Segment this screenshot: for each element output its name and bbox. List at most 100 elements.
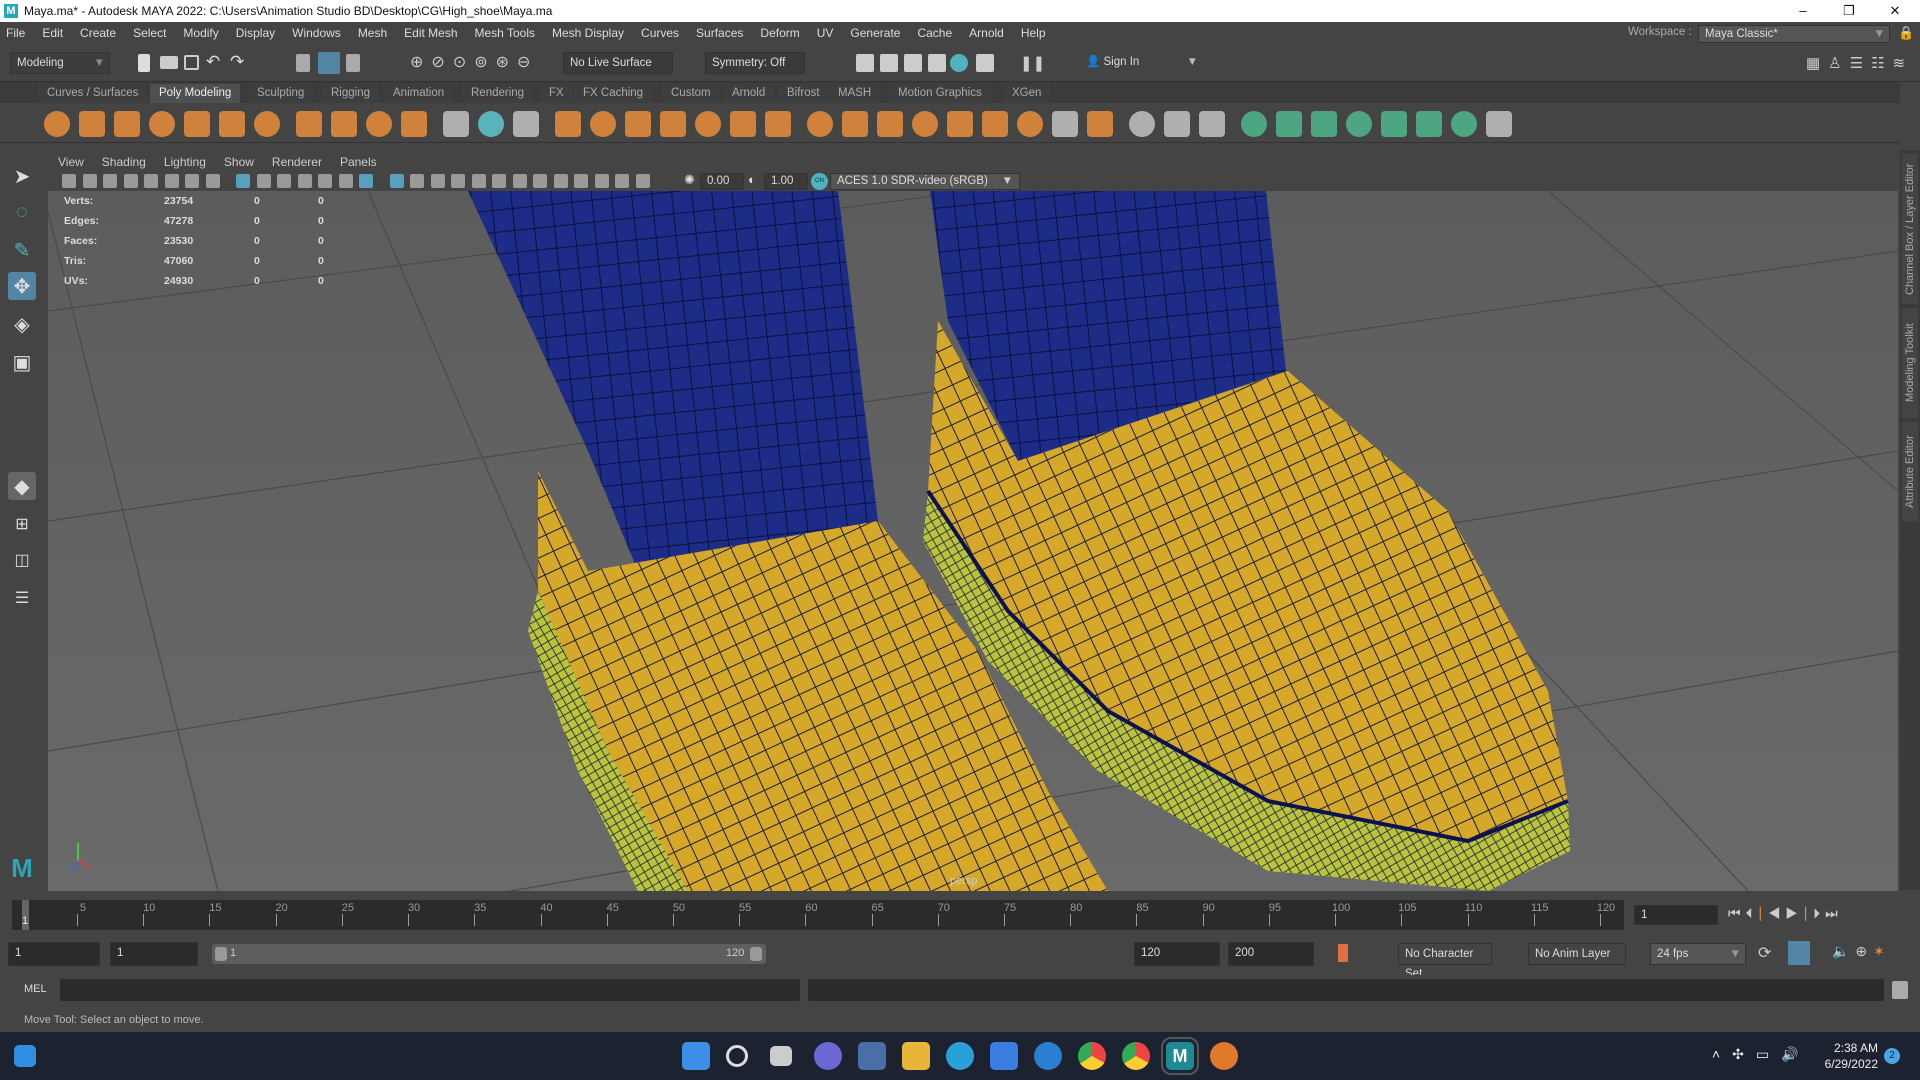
paint-select-tool-icon[interactable]: ✎ xyxy=(8,236,36,264)
menu-set-dropdown[interactable]: Modeling ▼ xyxy=(10,52,110,74)
outliner-layout-icon[interactable]: ☰ xyxy=(8,584,36,612)
minimize-button[interactable]: – xyxy=(1780,0,1826,22)
panel-menu-renderer[interactable]: Renderer xyxy=(272,155,322,169)
bool-icon[interactable] xyxy=(660,111,686,137)
start-time-field[interactable]: 1 xyxy=(8,942,100,966)
maximize-button[interactable]: ❐ xyxy=(1826,0,1872,22)
new-scene-icon[interactable] xyxy=(138,54,150,72)
task-view-icon[interactable] xyxy=(770,1046,792,1066)
knife-icon[interactable] xyxy=(1199,111,1225,137)
poly-cone-icon[interactable] xyxy=(149,111,175,137)
menu-file[interactable]: File xyxy=(6,26,25,40)
menu-surfaces[interactable]: Surfaces xyxy=(696,26,743,40)
panel-toolbar-icon[interactable] xyxy=(236,174,250,188)
play-forwards-icon[interactable]: ▶ xyxy=(1785,905,1803,921)
chrome-profile-icon[interactable] xyxy=(1122,1042,1150,1070)
panel-toolbar-icon[interactable] xyxy=(594,174,609,188)
step-forward-key-icon[interactable]: ⎮ xyxy=(1803,905,1813,921)
maya-taskbar-icon[interactable]: M xyxy=(1161,1037,1199,1075)
menu-curves[interactable]: Curves xyxy=(641,26,679,40)
sound-settings-icons[interactable]: 🔈⊕✶ xyxy=(1832,943,1891,960)
select-tool-icon[interactable]: ➤ xyxy=(8,162,36,190)
menu-display[interactable]: Display xyxy=(236,26,275,40)
undo-icon[interactable]: ↶ xyxy=(206,52,220,72)
menu-uv[interactable]: UV xyxy=(817,26,834,40)
menu-deform[interactable]: Deform xyxy=(760,26,799,40)
mel-command-input[interactable] xyxy=(60,979,800,1001)
range-slider[interactable]: 1 120 xyxy=(212,944,766,964)
lock-icon[interactable]: 🔒 xyxy=(1898,25,1914,41)
start-icon[interactable] xyxy=(682,1042,710,1070)
panel-toolbar-icon[interactable] xyxy=(185,174,199,188)
tab-attribute-editor[interactable]: Attribute Editor xyxy=(1902,422,1918,522)
panel-menu-lighting[interactable]: Lighting xyxy=(164,155,206,169)
shelf-tab-poly-modeling[interactable]: Poly Modeling xyxy=(150,84,241,103)
shelf-tab-fx[interactable]: FX xyxy=(540,84,573,103)
panel-toolbar-icon[interactable] xyxy=(256,174,271,188)
panel-toolbar-icon[interactable] xyxy=(82,174,97,188)
menu-edit[interactable]: Edit xyxy=(42,26,63,40)
collapse-icon[interactable] xyxy=(1017,111,1043,137)
live-surface-field[interactable]: No Live Surface xyxy=(563,52,673,74)
panel-toolbar-icon[interactable] xyxy=(574,174,588,188)
script-editor-icon[interactable] xyxy=(1892,981,1908,999)
hypershade-icon[interactable] xyxy=(950,54,968,72)
move-tool-icon[interactable]: ✥ xyxy=(8,272,36,300)
file-explorer-icon[interactable] xyxy=(902,1042,930,1070)
shelf-tab-rigging[interactable]: Rigging xyxy=(322,84,379,103)
system-tray-icons[interactable]: ˄✣▭🔊 xyxy=(1712,1046,1811,1063)
anim-start-field[interactable]: 1 xyxy=(110,942,198,966)
panel-toolbar-icon[interactable] xyxy=(615,174,629,188)
range-start-handle[interactable] xyxy=(215,947,227,961)
menu-arnold[interactable]: Arnold xyxy=(969,26,1004,40)
append-icon[interactable] xyxy=(765,111,791,137)
rotate-tool-icon[interactable]: ◈ xyxy=(8,310,36,338)
render-view-icon[interactable] xyxy=(856,54,874,72)
tab-modeling-toolkit[interactable]: Modeling Toolkit xyxy=(1902,308,1918,418)
panel-toolbar-icon[interactable] xyxy=(430,174,445,188)
playback-controls[interactable]: ⏮⏴⎮◀▶⎮⏵⏭ xyxy=(1728,905,1843,922)
blender-icon[interactable] xyxy=(1210,1042,1238,1070)
color-management-toggle[interactable]: ON xyxy=(811,173,828,190)
widgets-icon[interactable] xyxy=(14,1045,36,1067)
crease-icon[interactable] xyxy=(1129,111,1155,137)
contour-uv-icon[interactable] xyxy=(1381,111,1407,137)
go-to-end-icon[interactable]: ⏭ xyxy=(1825,905,1843,921)
step-back-frame-icon[interactable]: ⏴ xyxy=(1746,905,1758,921)
pause-viewport-icon[interactable]: ❚❚ xyxy=(1020,54,1045,72)
menu-edit-mesh[interactable]: Edit Mesh xyxy=(404,26,457,40)
panel-toggle-icons[interactable]: ▦♙☰☷≋ xyxy=(1806,54,1913,72)
panel-toolbar-icon[interactable] xyxy=(635,174,650,188)
auto-uv-icon[interactable] xyxy=(1346,111,1372,137)
close-button[interactable]: ✕ xyxy=(1872,0,1918,22)
panel-toolbar-icon[interactable] xyxy=(471,174,486,188)
slide-edge-icon[interactable] xyxy=(1164,111,1190,137)
shelf-tab-animation[interactable]: Animation xyxy=(384,84,454,103)
anim-layer-dropdown[interactable]: No Anim Layer xyxy=(1528,943,1626,965)
character-set-dropdown[interactable]: No Character Set xyxy=(1398,943,1492,980)
select-components-icon[interactable] xyxy=(346,54,360,72)
ipr-render-icon[interactable] xyxy=(904,54,922,72)
panel-toolbar-icon[interactable] xyxy=(553,174,568,188)
chat-icon[interactable] xyxy=(814,1042,842,1070)
target-weld-icon[interactable] xyxy=(842,111,868,137)
poly-cube-icon[interactable] xyxy=(79,111,105,137)
offset-loop-icon[interactable] xyxy=(947,111,973,137)
menu-select[interactable]: Select xyxy=(133,26,166,40)
panel-toolbar-icon[interactable] xyxy=(338,174,353,188)
panel-toolbar-icon[interactable] xyxy=(144,174,158,188)
quad-draw-icon[interactable] xyxy=(1052,111,1078,137)
scale-tool-icon[interactable]: ▣ xyxy=(8,348,36,376)
uv-unfold-icon[interactable] xyxy=(1486,111,1512,137)
panel-toolbar-icon[interactable] xyxy=(164,174,179,188)
tab-channel-box[interactable]: Channel Box / Layer Editor xyxy=(1902,154,1918,304)
cylindrical-uv-icon[interactable] xyxy=(1276,111,1302,137)
poly-disc-icon[interactable] xyxy=(254,111,280,137)
select-hierarchy-icon[interactable] xyxy=(296,54,310,72)
anim-end-field[interactable]: 200 xyxy=(1228,942,1314,966)
panel-menu-shading[interactable]: Shading xyxy=(102,155,146,169)
shelf-tab-xgen[interactable]: XGen xyxy=(1003,84,1051,103)
menu-cache[interactable]: Cache xyxy=(917,26,952,40)
browser-icon[interactable] xyxy=(1034,1042,1062,1070)
sculpt-icon[interactable] xyxy=(1087,111,1113,137)
